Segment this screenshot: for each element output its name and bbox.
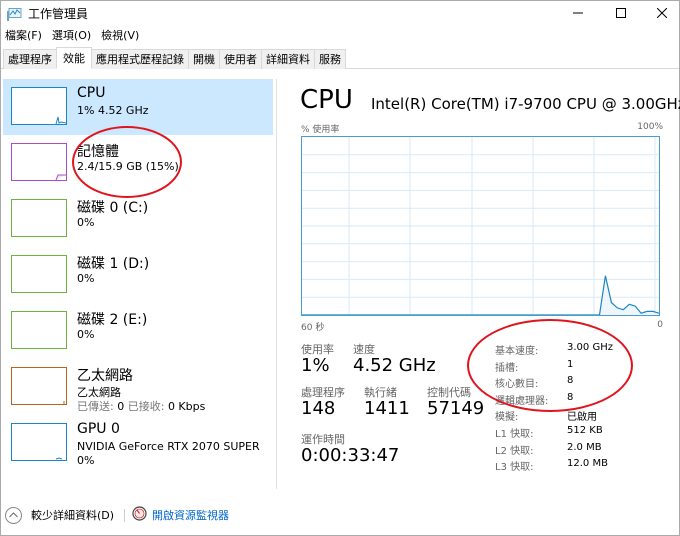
tab-app-history[interactable]: 應用程式歷程記錄 <box>91 49 189 69</box>
cpu-chart-svg <box>302 137 659 315</box>
ethernet-throughput: 已傳送: 0 已接收: 0 Kbps <box>77 398 205 414</box>
sidebar-item-title: 乙太網路 <box>77 368 133 384</box>
sent-label: 已傳送: <box>77 400 114 413</box>
virtualization-label: 模擬: <box>495 412 519 423</box>
l1-cache-value: 512 KB <box>567 425 603 436</box>
received-label: 已接收: <box>127 400 165 413</box>
sidebar-item-title: 記憶體 <box>77 144 119 160</box>
tab-processes[interactable]: 處理程序 <box>3 49 57 69</box>
menu-bar: 檔案(F) 選項(O) 檢視(V) <box>1 27 144 45</box>
sent-value: 0 <box>117 400 125 413</box>
cpu-detail-panel: CPU Intel(R) Core(TM) i7-9700 CPU @ 3.00… <box>291 79 680 489</box>
sidebar-item-title: 磁碟 1 (D:) <box>77 256 150 272</box>
panel-divider[interactable] <box>276 79 277 489</box>
threads-value: 1411 <box>364 398 410 419</box>
fewer-details-button[interactable]: 較少詳細資料(D) <box>5 505 114 525</box>
page-title: CPU <box>300 85 353 115</box>
sidebar-item-detail-2: 0% <box>77 454 95 467</box>
maximize-button[interactable] <box>601 1 641 25</box>
sidebar-item-detail: NVIDIA GeForce RTX 2070 SUPER <box>77 440 260 453</box>
sidebar-item-title: GPU 0 <box>77 421 120 437</box>
sidebar-item-detail: 0% <box>77 216 95 229</box>
minimize-button[interactable] <box>558 1 598 25</box>
cpu-model-name: Intel(R) Core(TM) i7-9700 CPU @ 3.00GHz <box>371 95 680 113</box>
sidebar-item-title: CPU <box>77 85 106 101</box>
handles-value: 57149 <box>427 398 485 419</box>
cores-value: 8 <box>567 375 574 386</box>
menu-file[interactable]: 檔案(F) <box>1 27 47 45</box>
utilization-value: 1% <box>301 355 330 376</box>
uptime-value: 0:00:33:47 <box>301 445 400 466</box>
open-resource-monitor-label: 開啟資源監視器 <box>152 509 229 522</box>
sidebar-item-disk-0[interactable]: 磁碟 0 (C:) 0% <box>3 191 273 247</box>
sidebar-item-gpu[interactable]: GPU 0 NVIDIA GeForce RTX 2070 SUPER 0% <box>3 415 273 471</box>
tab-services[interactable]: 服務 <box>314 49 346 69</box>
minimize-icon <box>573 12 583 14</box>
tab-startup[interactable]: 開機 <box>188 49 220 69</box>
sockets-label: 插槽: <box>495 363 519 374</box>
menu-options[interactable]: 選項(O) <box>47 27 96 45</box>
menu-view[interactable]: 檢視(V) <box>96 27 144 45</box>
sidebar-item-detail: 1% 4.52 GHz <box>77 104 149 117</box>
disk-2-mini-graph <box>11 311 67 349</box>
close-icon <box>657 8 667 18</box>
sidebar-item-title: 磁碟 0 (C:) <box>77 200 149 216</box>
resource-monitor-icon <box>132 505 147 525</box>
cores-label: 核心數目: <box>495 379 539 390</box>
speed-value: 4.52 GHz <box>353 355 436 376</box>
chart-x-right-label: 0 <box>657 320 663 330</box>
chart-y-label: % 使用率 <box>301 125 340 135</box>
gpu-mini-graph <box>11 423 67 461</box>
cpu-mini-graph <box>11 87 67 125</box>
base-speed-value: 3.00 GHz <box>567 342 613 353</box>
disk-1-mini-graph <box>11 255 67 293</box>
title-bar: 工作管理員 <box>1 1 679 25</box>
base-speed-label: 基本速度: <box>495 346 539 357</box>
virtualization-value: 已啟用 <box>567 412 597 423</box>
ethernet-mini-graph <box>11 367 67 405</box>
sidebar-item-title: 磁碟 2 (E:) <box>77 312 148 328</box>
chevron-up-icon <box>5 506 22 524</box>
footer-separator <box>124 509 125 522</box>
chart-y-max-label: 100% <box>637 122 663 132</box>
task-manager-icon <box>7 6 22 21</box>
sidebar-item-disk-2[interactable]: 磁碟 2 (E:) 0% <box>3 303 273 359</box>
l3-cache-label: L3 快取: <box>495 462 534 473</box>
window-title: 工作管理員 <box>28 7 89 21</box>
sidebar-item-memory[interactable]: 記憶體 2.4/15.9 GB (15%) <box>3 135 273 191</box>
logical-processors-value: 8 <box>567 392 574 403</box>
l2-cache-label: L2 快取: <box>495 446 534 457</box>
chart-x-left-label: 60 秒 <box>301 323 325 333</box>
close-button[interactable] <box>642 1 680 25</box>
l3-cache-value: 12.0 MB <box>567 458 608 469</box>
disk-0-mini-graph <box>11 199 67 237</box>
tab-bar: 處理程序 效能 應用程式歷程記錄 開機 使用者 詳細資料 服務 <box>1 47 679 69</box>
processes-value: 148 <box>301 398 336 419</box>
sidebar-item-disk-1[interactable]: 磁碟 1 (D:) 0% <box>3 247 273 303</box>
tab-performance[interactable]: 效能 <box>56 47 92 69</box>
sockets-value: 1 <box>567 359 574 370</box>
resource-sidebar: CPU 1% 4.52 GHz 記憶體 2.4/15.9 GB (15%) 磁碟… <box>1 79 273 491</box>
cpu-utilization-chart <box>301 136 660 316</box>
received-value: 0 Kbps <box>167 400 206 413</box>
open-resource-monitor-link[interactable]: 開啟資源監視器 <box>132 505 229 525</box>
tab-details[interactable]: 詳細資料 <box>261 49 315 69</box>
sidebar-item-detail: 0% <box>77 328 95 341</box>
cpu-usage-area <box>302 275 659 315</box>
maximize-icon <box>616 8 626 18</box>
footer-bar: 較少詳細資料(D) 開啟資源監視器 <box>1 501 679 531</box>
l2-cache-value: 2.0 MB <box>567 442 602 453</box>
sidebar-item-cpu[interactable]: CPU 1% 4.52 GHz <box>3 79 273 135</box>
task-manager-window: 工作管理員 檔案(F) 選項(O) 檢視(V) 處理程序 效能 應用程式歷程記錄… <box>0 0 680 536</box>
sidebar-item-detail: 0% <box>77 272 95 285</box>
sidebar-item-ethernet[interactable]: 乙太網路 乙太網路 已傳送: 0 已接收: 0 Kbps <box>3 359 273 415</box>
memory-mini-graph <box>11 143 67 181</box>
sidebar-item-detail: 2.4/15.9 GB (15%) <box>77 160 179 173</box>
fewer-details-label: 較少詳細資料(D) <box>31 509 115 522</box>
logical-processors-label: 邏輯處理器: <box>495 396 549 407</box>
tab-users[interactable]: 使用者 <box>219 49 262 69</box>
l1-cache-label: L1 快取: <box>495 429 534 440</box>
